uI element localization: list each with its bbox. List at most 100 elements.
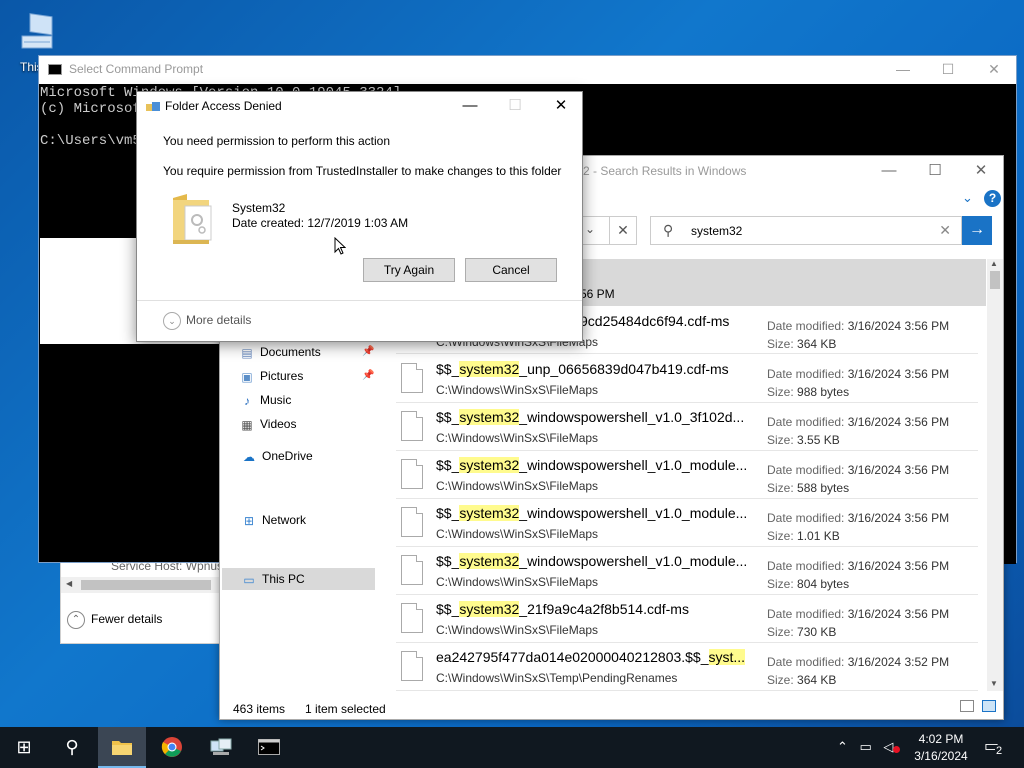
nav-label: Videos	[260, 417, 297, 431]
date-label: Date modified:	[767, 559, 845, 573]
search-highlight: system32	[459, 553, 520, 569]
large-icons-view-icon[interactable]	[982, 700, 996, 712]
cmd-title-bar[interactable]: Select Command Prompt — ☐ ✕	[39, 56, 1016, 84]
minimize-button[interactable]: —	[880, 56, 926, 84]
folder-icon	[112, 741, 132, 755]
nav-item-network[interactable]: ⊞ Network	[242, 509, 306, 531]
help-icon[interactable]: ?	[984, 190, 1001, 207]
scrollbar-thumb[interactable]	[990, 271, 1000, 289]
result-row[interactable]: $$_system32_unp_06656839d047b419.cdf-ms C…	[396, 355, 978, 403]
cancel-button[interactable]: Cancel	[465, 258, 557, 282]
nav-label: OneDrive	[262, 449, 313, 463]
scroll-up-icon[interactable]: ▲	[990, 259, 998, 268]
size-value: 1.01 KB	[797, 529, 840, 543]
file-name: $$_system32_windowspowershell_v1.0_modul…	[436, 505, 747, 521]
date-label: Date modified:	[767, 511, 845, 525]
expand-ribbon-icon[interactable]: ⌄	[962, 190, 973, 206]
computers-icon	[210, 738, 232, 755]
close-button[interactable]: ✕	[958, 156, 1004, 187]
chrome-icon	[161, 737, 182, 757]
minimize-button[interactable]: —	[866, 156, 912, 187]
result-row[interactable]: $$_system32_windowspowershell_v1.0_modul…	[396, 499, 978, 547]
clock-date: 3/16/2024	[914, 749, 968, 763]
result-row[interactable]: $$_system32_windowspowershell_v1.0_3f102…	[396, 403, 978, 451]
documents-icon: ▤	[241, 345, 253, 360]
file-size: Size: 804 bytes	[767, 577, 849, 591]
size-label: Size:	[767, 625, 794, 639]
minimize-button[interactable]: —	[447, 92, 493, 120]
result-row[interactable]: $$_system32_windowspowershell_v1.0_modul…	[396, 451, 978, 499]
maximize-button: ☐	[508, 97, 522, 114]
search-box[interactable]: ⚲ system32 ✕	[650, 216, 962, 245]
horizontal-scrollbar[interactable]: ◀	[61, 577, 241, 593]
folder-date-created: Date created: 12/7/2019 1:03 AM	[232, 216, 409, 230]
file-name: $$_system32_unp_06656839d047b419.cdf-ms	[436, 361, 729, 377]
date-modified: Date modified: 3/16/2024 3:56 PM	[767, 559, 949, 573]
taskbar-file-explorer[interactable]	[98, 727, 146, 768]
nav-item-onedrive[interactable]: ☁ OneDrive	[242, 445, 313, 467]
fewer-details-label: Fewer details	[91, 612, 163, 627]
result-row[interactable]: $$_system32_windowspowershell_v1.0_modul…	[396, 547, 978, 595]
scrollbar-thumb[interactable]	[81, 580, 211, 590]
scroll-left-icon[interactable]: ◀	[66, 579, 72, 588]
dialog-message: You require permission from TrustedInsta…	[163, 164, 562, 178]
name-prefix: ea242795f477da014e02000040212803.$$_	[436, 649, 709, 665]
date-value: 3/16/2024 3:56 PM	[847, 319, 950, 333]
search-highlight: system32	[459, 409, 520, 425]
clear-search-results-button[interactable]: ✕	[609, 216, 637, 245]
date-value: 3/16/2024 3:56 PM	[847, 415, 950, 429]
try-again-button[interactable]: Try Again	[363, 258, 455, 282]
search-go-button[interactable]: →	[962, 216, 992, 245]
file-path: C:\Windows\WinSxS\FileMaps	[436, 383, 599, 397]
close-button[interactable]: ✕	[538, 92, 584, 120]
date-value: 3/16/2024 3:56 PM	[847, 463, 950, 477]
nav-label: This PC	[262, 572, 305, 586]
mouse-cursor-icon	[334, 237, 346, 255]
clock-time: 4:02 PM	[918, 732, 964, 746]
result-row[interactable]: $$_system32_21f9a9c4a2f8b514.cdf-ms C:\Wi…	[396, 595, 978, 643]
system-tray-icons[interactable]: ⌃ ▭ ◁	[837, 739, 897, 755]
nav-item-videos[interactable]: ▦ Videos	[240, 413, 296, 435]
result-row[interactable]: ea242795f477da014e02000040212803.$$_syst…	[396, 643, 978, 691]
music-icon: ♪	[244, 393, 250, 408]
search-input[interactable]: system32	[691, 224, 742, 238]
search-highlight: system32	[459, 505, 520, 521]
chevron-up-icon: ⌃	[67, 611, 85, 629]
notification-count: 2	[995, 745, 1004, 757]
results-scrollbar[interactable]: ▲ ▼	[987, 259, 1003, 691]
date-label: Date modified:	[767, 655, 845, 669]
size-value: 804 bytes	[797, 577, 850, 591]
close-button[interactable]: ✕	[971, 56, 1017, 84]
fewer-details-button[interactable]: ⌃ Fewer details	[67, 611, 162, 629]
search-icon: ⚲	[65, 737, 79, 757]
more-details-button[interactable]: ⌄ More details	[163, 312, 251, 330]
nav-item-music[interactable]: ♪ Music	[240, 389, 291, 411]
scroll-down-icon[interactable]: ▼	[990, 679, 998, 688]
maximize-button[interactable]: ☐	[912, 156, 958, 187]
dialog-title-bar[interactable]: Folder Access Denied — ☐ ✕	[137, 92, 582, 122]
name-prefix: $$_	[436, 361, 460, 377]
date-label: Date modified:	[767, 607, 845, 621]
details-view-icon[interactable]	[960, 700, 974, 712]
taskbar-network-app[interactable]	[197, 727, 245, 768]
taskbar-command-prompt[interactable]	[245, 727, 293, 768]
file-name: $$_system32_21f9a9c4a2f8b514.cdf-ms	[436, 601, 689, 617]
name-suffix: _windowspowershell_v1.0_module...	[519, 553, 748, 569]
folder-access-denied-dialog[interactable]: Folder Access Denied — ☐ ✕ You need perm…	[136, 91, 583, 342]
item-count: 463 items	[233, 702, 286, 716]
start-button[interactable]: ⊞	[0, 727, 48, 768]
chevron-down-icon: ⌄	[585, 222, 596, 236]
cmd-icon	[48, 64, 62, 75]
nav-item-documents[interactable]: ▤ Documents 📌	[240, 341, 374, 363]
notification-center-button[interactable]: ▭ 2	[984, 736, 1006, 758]
taskbar-chrome[interactable]	[148, 727, 196, 768]
search-button[interactable]: ⚲	[48, 727, 96, 768]
nav-item-pictures[interactable]: ▣ Pictures 📌	[240, 365, 374, 387]
nav-item-this-pc[interactable]: ▭ This PC	[242, 568, 305, 590]
file-path: C:\Windows\WinSxS\FileMaps	[436, 431, 599, 445]
status-bar: 463 items 1 item selected	[220, 696, 1003, 720]
maximize-button[interactable]: ☐	[925, 56, 971, 84]
file-path: C:\Windows\WinSxS\FileMaps	[436, 479, 599, 493]
clear-search-icon[interactable]: ✕	[939, 222, 951, 239]
clock[interactable]: 4:02 PM 3/16/2024	[905, 731, 977, 765]
